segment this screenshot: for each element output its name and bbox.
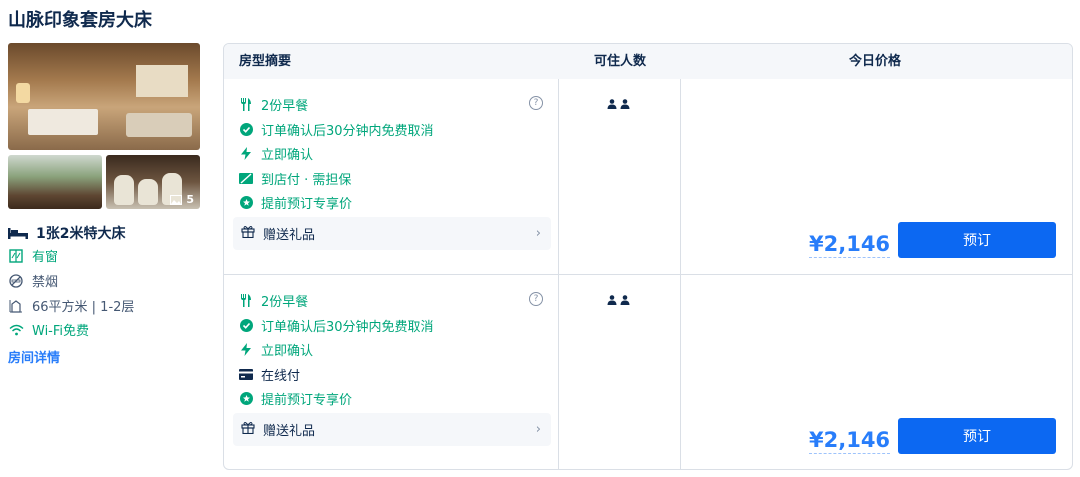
image-icon <box>170 194 183 205</box>
policy-instant-confirm: 立即确认 <box>239 340 313 359</box>
policy-early-booking-label: 提前预订专享价 <box>261 197 353 212</box>
decor-photo[interactable]: 5 <box>106 155 200 209</box>
feature-wifi: Wi-Fi免费 <box>8 320 89 339</box>
person-icon <box>620 295 630 305</box>
policy-instant-confirm-label: 立即确认 <box>261 148 314 163</box>
policy-online-pay-label: 在线付 <box>261 369 301 384</box>
wifi-icon <box>8 322 24 338</box>
balcony-photo[interactable] <box>8 155 102 209</box>
area-icon <box>8 298 24 314</box>
feature-no-smoking: 禁烟 <box>8 271 58 290</box>
room-title: 山脉印象套房大床 <box>8 10 152 31</box>
bed-label: 1张2米特大床 <box>36 226 126 242</box>
card-icon <box>239 368 253 382</box>
book-button[interactable]: 预订 <box>898 418 1056 454</box>
main-room-photo[interactable] <box>8 43 200 150</box>
help-icon[interactable]: ? <box>529 292 543 306</box>
gift-label: 赠送礼品 <box>263 228 316 243</box>
bed-icon <box>8 228 28 239</box>
policy-instant-confirm-label: 立即确认 <box>261 344 314 359</box>
occupancy-icons <box>607 99 630 109</box>
pay-at-hotel-icon <box>239 172 253 186</box>
feature-no-smoking-label: 禁烟 <box>32 275 59 290</box>
policy-free-cancel-label: 订单确认后30分钟内免费取消 <box>261 124 434 139</box>
occupancy-icons <box>607 295 630 305</box>
chevron-right-icon: › <box>535 422 541 437</box>
gift-icon <box>241 421 255 438</box>
breakfast-icon <box>239 98 253 112</box>
chevron-right-icon: › <box>535 226 541 241</box>
price-label[interactable]: ¥2,146 <box>809 231 891 258</box>
policy-pay-at-hotel: 到店付 · 需担保 <box>239 169 351 188</box>
policy-early-booking: 提前预订专享价 <box>239 193 352 212</box>
feature-wifi-label: Wi-Fi免费 <box>32 324 90 339</box>
person-icon <box>607 99 617 109</box>
policy-breakfast-label: 2份早餐 <box>261 295 309 310</box>
person-icon <box>620 99 630 109</box>
lightning-icon <box>239 343 253 357</box>
feature-window: 有窗 <box>8 246 58 265</box>
header-price: 今日价格 <box>849 54 902 69</box>
price-label[interactable]: ¥2,146 <box>809 427 891 454</box>
no-smoking-icon <box>8 273 24 289</box>
gift-row[interactable]: 赠送礼品 › <box>233 217 551 250</box>
policy-instant-confirm: 立即确认 <box>239 144 313 163</box>
policy-early-booking: 提前预订专享价 <box>239 389 352 408</box>
header-summary: 房型摘要 <box>239 54 292 69</box>
policy-breakfast: 2份早餐 <box>239 95 308 114</box>
policy-early-booking-label: 提前预订专享价 <box>261 393 353 408</box>
check-circle-icon <box>239 123 253 137</box>
star-badge-icon <box>239 392 253 406</box>
book-button[interactable]: 预订 <box>898 222 1056 258</box>
gift-icon <box>241 225 255 242</box>
rate-plan-row: 2份早餐 ? 订单确认后30分钟内免费取消 立即确认 在线付 提前预订专享价 赠… <box>224 275 1072 469</box>
table-header: 房型摘要 可住人数 今日价格 <box>224 44 1072 79</box>
policy-free-cancel-label: 订单确认后30分钟内免费取消 <box>261 320 434 335</box>
photo-count: 5 <box>170 193 194 206</box>
rate-plan-row: 2份早餐 ? 订单确认后30分钟内免费取消 立即确认 到店付 · 需担保 提前预 <box>224 79 1072 275</box>
policy-online-pay: 在线付 <box>239 365 300 384</box>
gift-row[interactable]: 赠送礼品 › <box>233 413 551 446</box>
policy-free-cancel: 订单确认后30分钟内免费取消 <box>239 120 434 139</box>
gift-label: 赠送礼品 <box>263 424 316 439</box>
policy-breakfast: 2份早餐 <box>239 291 308 310</box>
policy-pay-at-hotel-label: 到店付 · 需担保 <box>261 173 352 188</box>
header-occupancy: 可住人数 <box>594 54 647 69</box>
star-badge-icon <box>239 196 253 210</box>
feature-window-label: 有窗 <box>32 250 59 265</box>
help-icon[interactable]: ? <box>529 96 543 110</box>
person-icon <box>607 295 617 305</box>
room-photo-gallery[interactable]: 5 <box>8 43 200 209</box>
rate-plan-table: 房型摘要 可住人数 今日价格 2份早餐 ? 订单确认后30分钟内免费取消 立即确… <box>223 43 1073 470</box>
policy-free-cancel: 订单确认后30分钟内免费取消 <box>239 316 434 335</box>
feature-area-label: 66平方米 | 1-2层 <box>32 300 135 315</box>
lightning-icon <box>239 147 253 161</box>
check-circle-icon <box>239 319 253 333</box>
photo-count-label: 5 <box>186 193 194 206</box>
room-details-link[interactable]: 房间详情 <box>8 347 60 366</box>
feature-area: 66平方米 | 1-2层 <box>8 296 134 315</box>
window-icon <box>8 248 24 264</box>
breakfast-icon <box>239 294 253 308</box>
policy-breakfast-label: 2份早餐 <box>261 99 309 114</box>
bed-info: 1张2米特大床 <box>8 223 125 243</box>
